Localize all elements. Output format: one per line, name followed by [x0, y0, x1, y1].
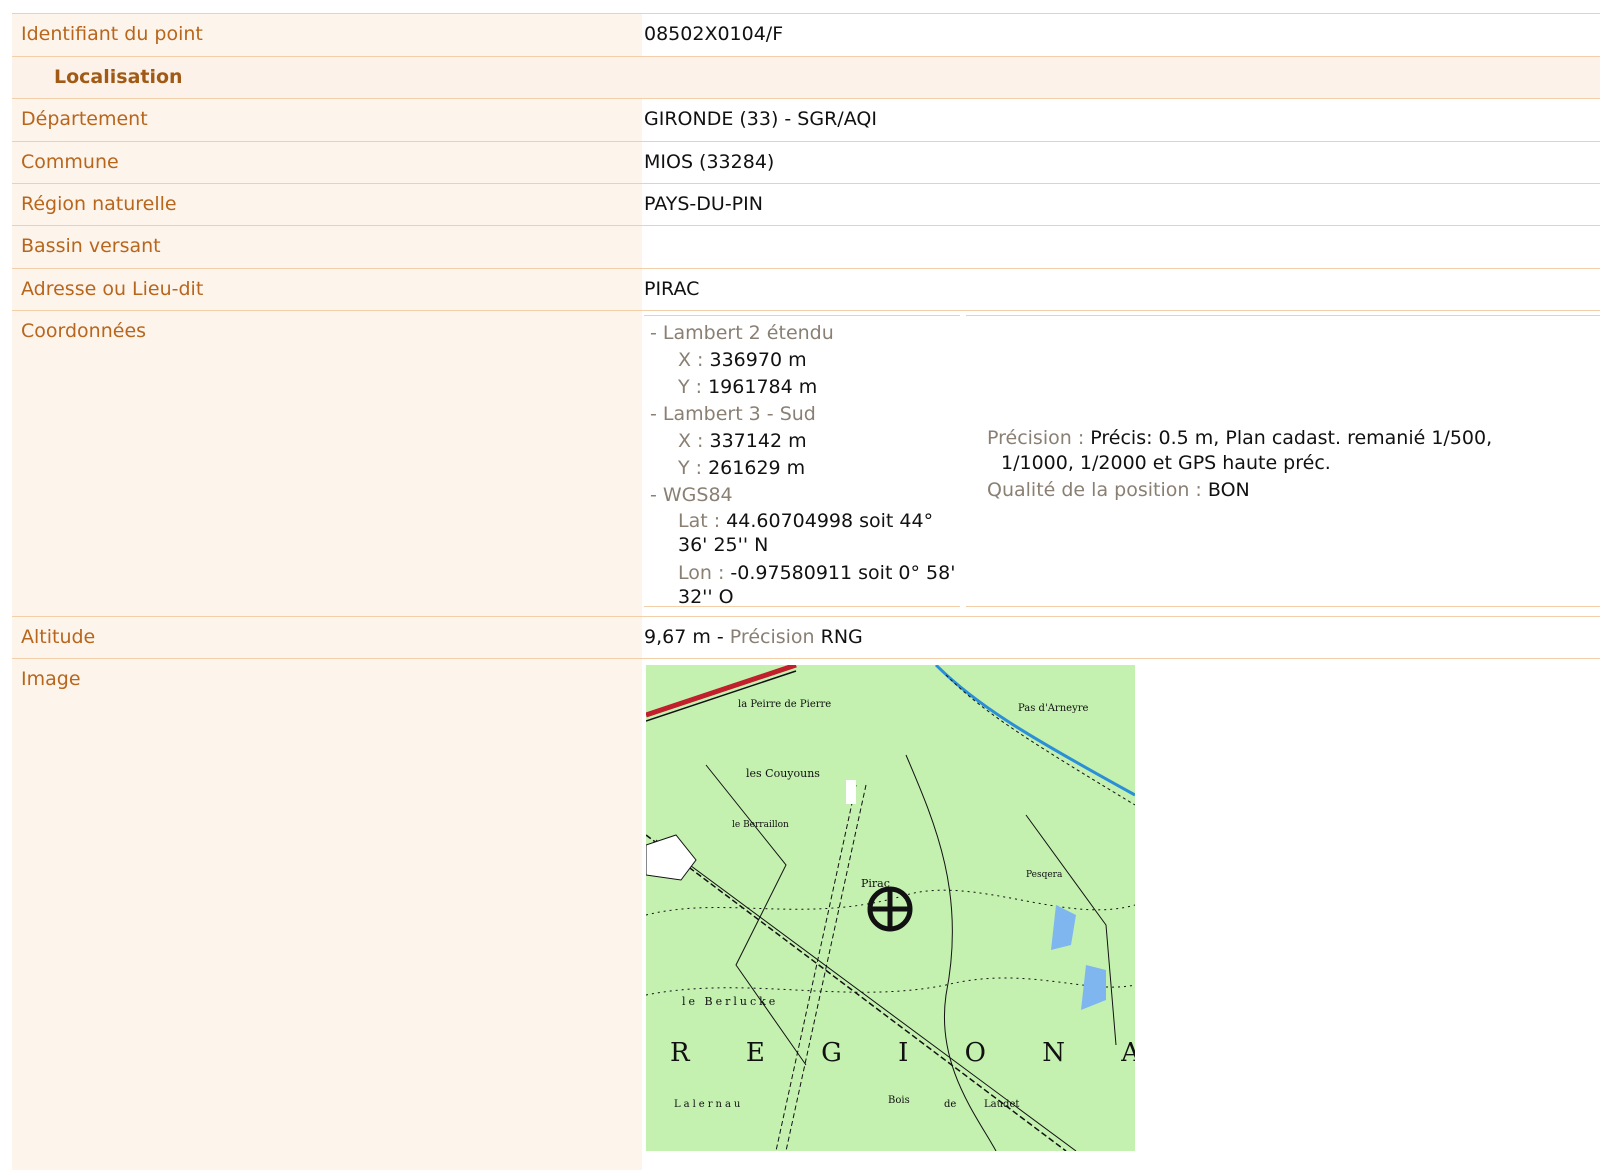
label-coordonnees: Coordonnées: [12, 311, 642, 616]
value-adresse: PIRAC: [642, 269, 1600, 310]
section-title-localisation: Localisation: [12, 57, 642, 98]
lambert3-y-label: Y :: [678, 457, 709, 479]
precision-block: Précision : Précis: 0.5 m, Plan cadast. …: [987, 426, 1547, 503]
lambert2-y: Y : 1961784 m: [650, 374, 960, 401]
map-label-pirac: Pirac: [861, 877, 890, 890]
label-departement: Département: [12, 99, 642, 141]
map-label-berraillon: le Berraillon: [732, 820, 789, 830]
label-identifiant: Identifiant du point: [12, 14, 642, 56]
row-region: Région naturelle PAYS-DU-PIN: [12, 183, 1600, 225]
map-label-couyouns: les Couyouns: [746, 767, 820, 780]
map-label-pesqera: Pesqera: [1026, 870, 1063, 880]
lambert3-y: Y : 261629 m: [650, 455, 960, 482]
lambert3-title: - Lambert 3 - Sud: [650, 403, 816, 425]
row-coordonnees: Coordonnées - Lambert 2 étendu X : 33697…: [12, 310, 1600, 616]
point-detail-sheet: Identifiant du point 08502X0104/F Locali…: [0, 0, 1600, 1170]
altitude-separator: -: [710, 626, 730, 648]
section-localisation: Localisation: [12, 56, 1600, 98]
lambert2-title: - Lambert 2 étendu: [650, 322, 834, 344]
lambert2-x-label: X :: [678, 349, 710, 371]
map-label-laudet: Laudet: [984, 1099, 1019, 1110]
wgs84-lat-label: Lat :: [678, 510, 727, 532]
label-bassin: Bassin versant: [12, 226, 642, 268]
lambert2-x-value: 336970 m: [709, 349, 807, 371]
map-label-bois: Bois: [888, 1095, 910, 1106]
coord-precision-cell: Précision : Précis: 0.5 m, Plan cadast. …: [966, 315, 1600, 607]
lambert2-x: X : 336970 m: [650, 347, 960, 374]
qualite-label: Qualité de la position :: [987, 479, 1208, 501]
value-bassin: [642, 226, 1600, 268]
value-region: PAYS-DU-PIN: [642, 184, 1600, 225]
row-image: Image la Peirre de Pierre Pas d'Arneyre …: [12, 658, 1600, 1170]
lambert2-y-value: 1961784 m: [708, 376, 818, 398]
precision-line: Précision : Précis: 0.5 m, Plan cadast. …: [987, 426, 1547, 476]
location-map[interactable]: la Peirre de Pierre Pas d'Arneyre les Co…: [646, 665, 1135, 1151]
qualite-line: Qualité de la position : BON: [987, 478, 1547, 503]
map-label-regional: R E G I O N A L: [670, 1038, 1135, 1068]
section-filler: [642, 57, 1600, 98]
label-image: Image: [12, 659, 642, 1170]
value-departement: GIRONDE (33) - SGR/AQI: [642, 99, 1600, 141]
value-commune: MIOS (33284): [642, 142, 1600, 183]
map-label-arneyre: Pas d'Arneyre: [1018, 703, 1088, 714]
lambert3-x: X : 337142 m: [650, 428, 960, 455]
altitude-precision-label: Précision: [729, 626, 815, 648]
altitude-precision-value: RNG: [814, 626, 863, 648]
map-label-peirre: la Peirre de Pierre: [738, 699, 831, 710]
value-identifiant: 08502X0104/F: [642, 14, 1600, 56]
row-adresse: Adresse ou Lieu-dit PIRAC: [12, 268, 1600, 310]
lambert3-x-value: 337142 m: [709, 430, 807, 452]
map-label-lalernau: Lalernau: [674, 1099, 743, 1110]
wgs84-lon-label: Lon :: [678, 562, 731, 584]
wgs84-title: - WGS84: [650, 484, 733, 506]
row-bassin: Bassin versant: [12, 225, 1600, 268]
value-altitude: 9,67 m - Précision RNG: [642, 617, 1600, 658]
map-label-berlucke: le Berlucke: [682, 995, 778, 1008]
precision-label: Précision :: [987, 427, 1091, 449]
lambert3-y-value: 261629 m: [708, 457, 806, 479]
wgs84-lon: Lon : -0.97580911 soit 0° 58' 32'' O: [650, 561, 960, 609]
label-adresse: Adresse ou Lieu-dit: [12, 269, 642, 310]
lambert2-y-label: Y :: [678, 376, 709, 398]
label-commune: Commune: [12, 142, 642, 183]
row-commune: Commune MIOS (33284): [12, 141, 1600, 183]
value-coordonnees: - Lambert 2 étendu X : 336970 m Y : 1961…: [642, 311, 1600, 616]
lambert3-x-label: X :: [678, 430, 710, 452]
label-altitude: Altitude: [12, 617, 642, 658]
altitude-value: 9,67 m: [644, 626, 711, 648]
row-identifiant: Identifiant du point 08502X0104/F: [12, 13, 1600, 56]
topo-map-svg: la Peirre de Pierre Pas d'Arneyre les Co…: [646, 665, 1135, 1151]
map-label-de: de: [944, 1099, 956, 1110]
value-image: la Peirre de Pierre Pas d'Arneyre les Co…: [642, 659, 1600, 1170]
label-region: Région naturelle: [12, 184, 642, 225]
row-departement: Département GIRONDE (33) - SGR/AQI: [12, 98, 1600, 141]
qualite-value: BON: [1207, 479, 1250, 501]
row-altitude: Altitude 9,67 m - Précision RNG: [12, 616, 1600, 658]
map-building: [846, 780, 856, 804]
wgs84-lat: Lat : 44.60704998 soit 44° 36' 25'' N: [650, 509, 960, 557]
coord-systems-cell: - Lambert 2 étendu X : 336970 m Y : 1961…: [644, 315, 960, 609]
